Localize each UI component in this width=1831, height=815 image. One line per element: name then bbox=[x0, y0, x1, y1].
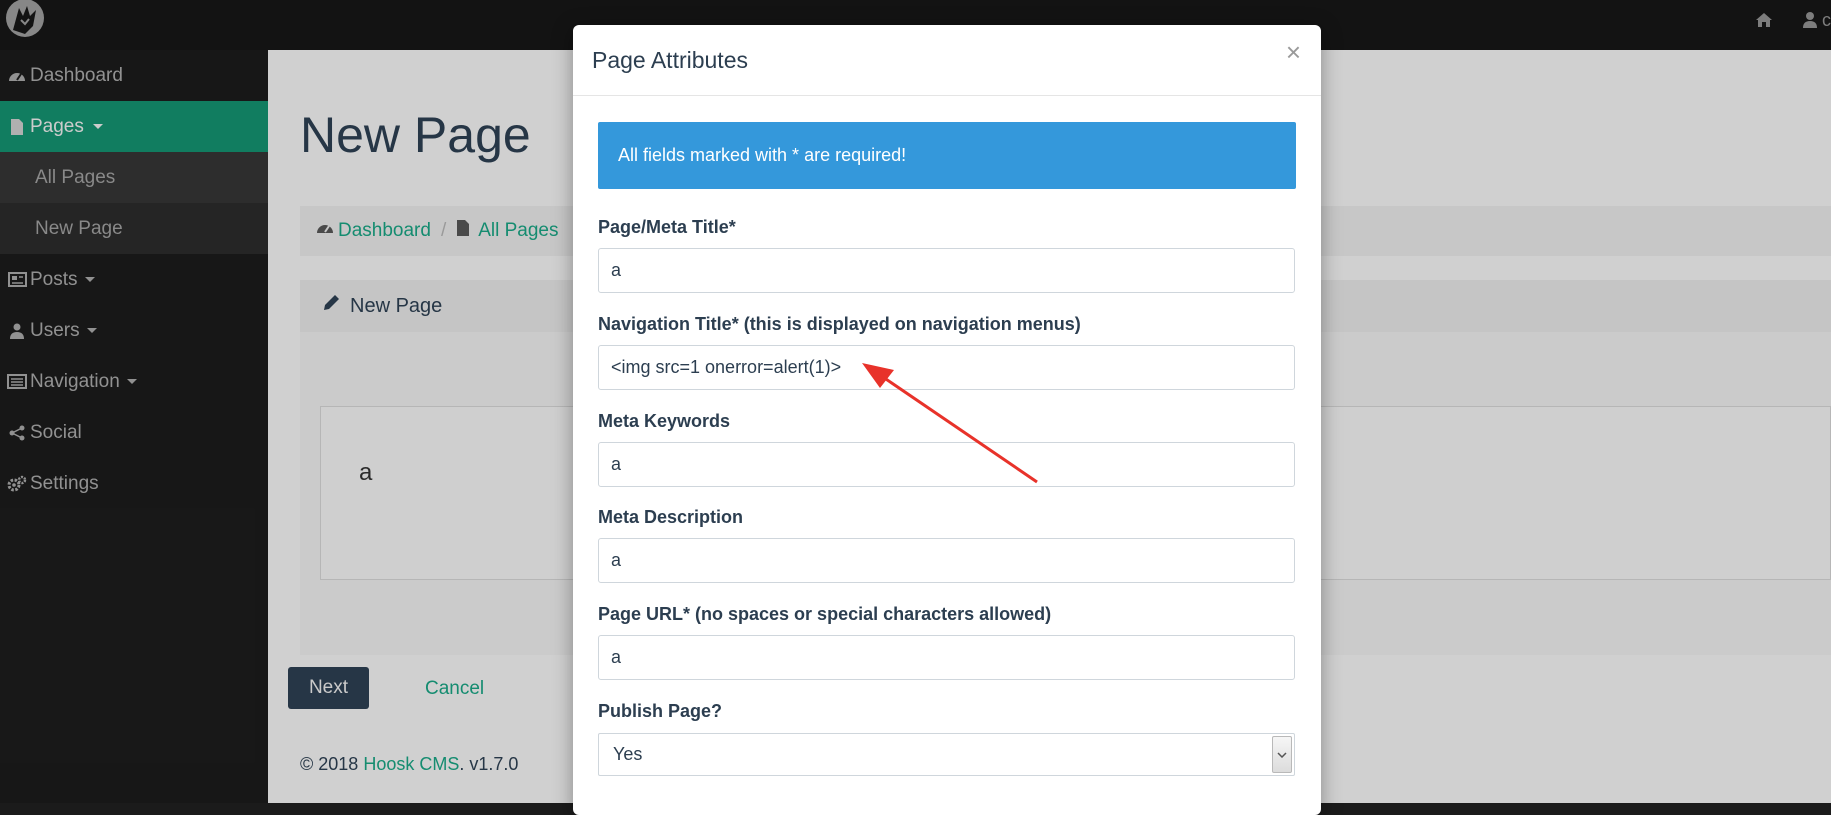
publish-page-value: Yes bbox=[613, 744, 643, 764]
publish-page-label: Publish Page? bbox=[598, 701, 723, 721]
page-meta-title-input[interactable] bbox=[598, 248, 1295, 293]
page-url-input[interactable] bbox=[598, 635, 1295, 680]
meta-description-label: Meta Description bbox=[598, 507, 744, 527]
navigation-title-input[interactable] bbox=[598, 345, 1295, 390]
close-icon[interactable]: × bbox=[1286, 39, 1301, 65]
modal-header: Page Attributes × bbox=[573, 25, 1321, 96]
required-fields-alert: All fields marked with * are required! bbox=[598, 122, 1296, 189]
page-url-label: Page URL* (no spaces or special characte… bbox=[598, 604, 1052, 624]
page-attributes-modal: Page Attributes × All fields marked with… bbox=[573, 25, 1321, 815]
meta-keywords-label: Meta Keywords bbox=[598, 411, 731, 431]
chevron-down-icon[interactable] bbox=[1272, 736, 1292, 773]
meta-keywords-input[interactable] bbox=[598, 442, 1295, 487]
publish-page-select[interactable]: Yes bbox=[598, 733, 1295, 776]
page-meta-title-label: Page/Meta Title* bbox=[598, 217, 736, 237]
meta-description-input[interactable] bbox=[598, 538, 1295, 583]
navigation-title-label: Navigation Title* (this is displayed on … bbox=[598, 314, 1081, 334]
modal-title: Page Attributes bbox=[592, 47, 748, 73]
